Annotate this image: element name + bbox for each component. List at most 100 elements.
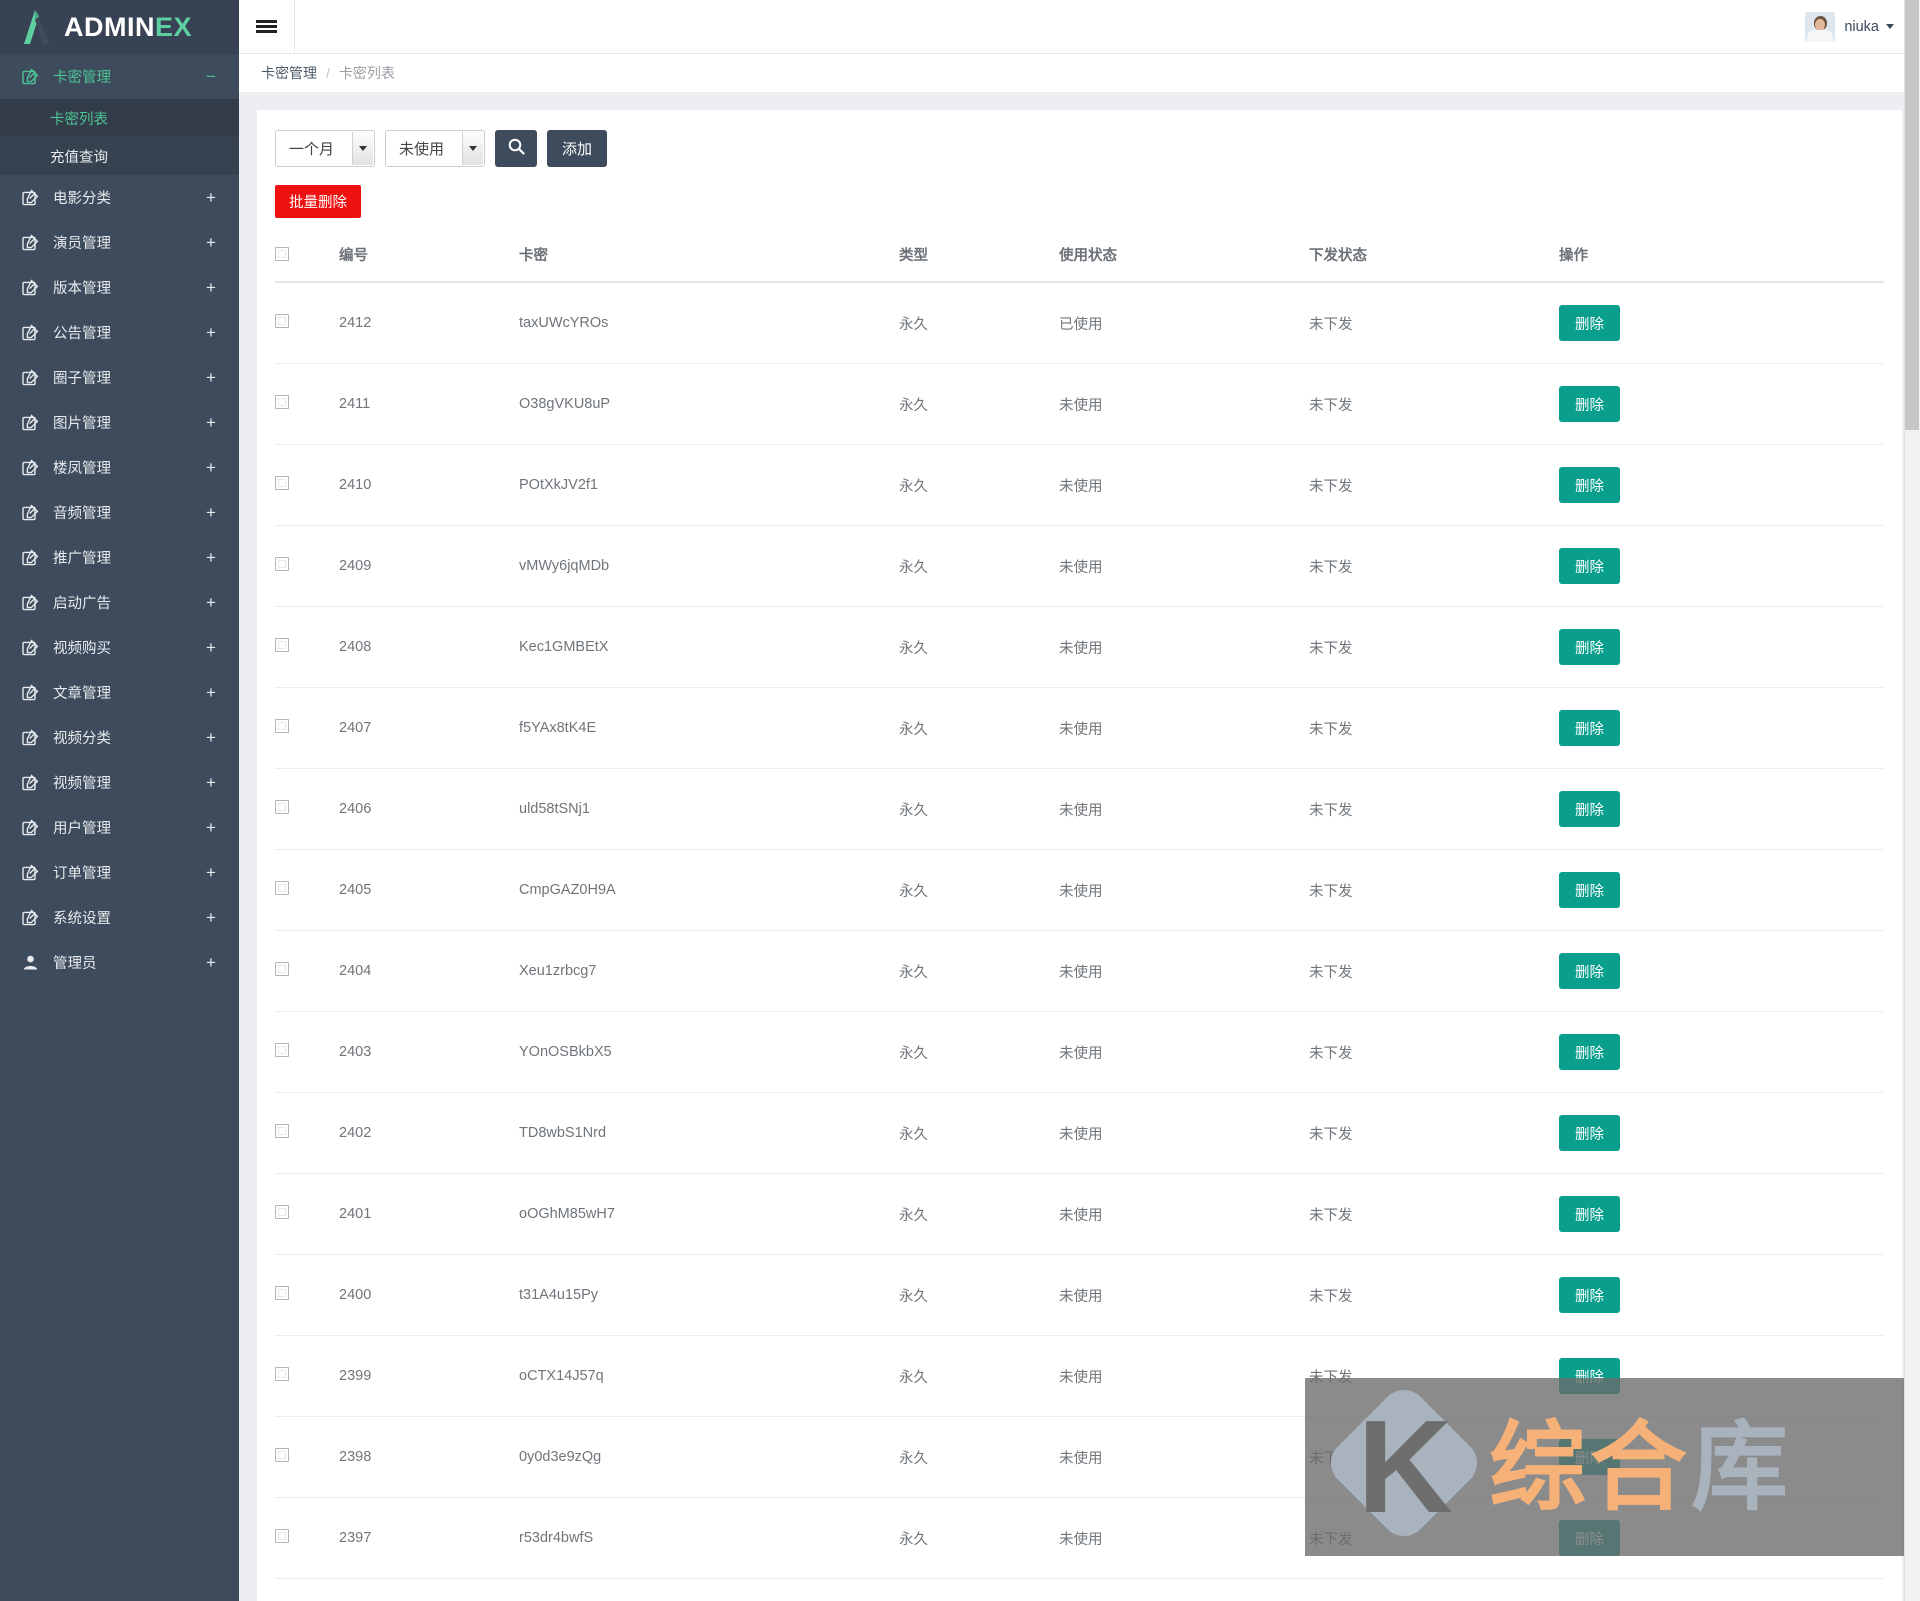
sidebar-item-18[interactable]: 管理员 + <box>0 940 239 985</box>
page-scrollbar[interactable] <box>1904 0 1920 1601</box>
sidebar-item-8[interactable]: 音频管理 + <box>0 490 239 535</box>
row-select-cell <box>275 1254 339 1336</box>
row-checkbox[interactable] <box>275 1286 289 1300</box>
row-select-cell <box>275 1335 339 1417</box>
row-checkbox[interactable] <box>275 962 289 976</box>
row-checkbox[interactable] <box>275 1124 289 1138</box>
sidebar-item-label: 演员管理 <box>53 236 111 252</box>
row-delete-button[interactable]: 删除 <box>1559 467 1620 503</box>
sidebar-item-label: 楼凤管理 <box>53 461 111 477</box>
row-send-status: 未下发 <box>1309 444 1559 526</box>
row-checkbox[interactable] <box>275 881 289 895</box>
user-menu[interactable]: niuka <box>1805 11 1920 42</box>
sidebar-item-16[interactable]: 订单管理 + <box>0 850 239 895</box>
row-checkbox[interactable] <box>275 476 289 490</box>
row-delete-button[interactable]: 删除 <box>1559 629 1620 665</box>
page-scrollbar-thumb[interactable] <box>1905 0 1919 430</box>
row-id: 2411 <box>339 363 519 445</box>
row-checkbox[interactable] <box>275 314 289 328</box>
sidebar-item-9[interactable]: 推广管理 + <box>0 535 239 580</box>
sidebar-group-2: 演员管理 + <box>0 220 239 265</box>
sidebar-item-17[interactable]: 系统设置 + <box>0 895 239 940</box>
sidebar-item-14[interactable]: 视频管理 + <box>0 760 239 805</box>
sidebar-item-10[interactable]: 启动广告 + <box>0 580 239 625</box>
row-select-cell <box>275 606 339 688</box>
sidebar-group-9: 推广管理 + <box>0 535 239 580</box>
row-type: 永久 <box>899 1416 1059 1498</box>
sidebar-subitem-0-1[interactable]: 充值查询 <box>0 137 239 175</box>
row-delete-button[interactable]: 删除 <box>1559 710 1620 746</box>
sidebar-item-13[interactable]: 视频分类 + <box>0 715 239 760</box>
row-checkbox[interactable] <box>275 1448 289 1462</box>
row-checkbox[interactable] <box>275 719 289 733</box>
sidebar-item-label: 音频管理 <box>53 506 111 522</box>
edit-icon <box>22 414 42 431</box>
status-select[interactable]: 未使用 <box>385 130 485 167</box>
row-delete-button[interactable]: 删除 <box>1559 1520 1620 1556</box>
row-delete-button[interactable]: 删除 <box>1559 305 1620 341</box>
row-checkbox[interactable] <box>275 1367 289 1381</box>
row-delete-button[interactable]: 删除 <box>1559 1115 1620 1151</box>
row-code: TD8wbS1Nrd <box>519 1092 899 1174</box>
sidebar-item-3[interactable]: 版本管理 + <box>0 265 239 310</box>
row-checkbox[interactable] <box>275 800 289 814</box>
row-delete-button[interactable]: 删除 <box>1559 791 1620 827</box>
sidebar-item-4[interactable]: 公告管理 + <box>0 310 239 355</box>
row-delete-button[interactable]: 删除 <box>1559 953 1620 989</box>
add-button[interactable]: 添加 <box>547 130 608 167</box>
sidebar-item-15[interactable]: 用户管理 + <box>0 805 239 850</box>
sidebar-item-label: 视频管理 <box>53 776 111 792</box>
chevron-down-icon <box>1886 24 1894 29</box>
sidebar-item-2[interactable]: 演员管理 + <box>0 220 239 265</box>
sidebar-item-5[interactable]: 圈子管理 + <box>0 355 239 400</box>
bulk-delete-button[interactable]: 批量删除 <box>275 185 361 218</box>
sidebar-item-11[interactable]: 视频购买 + <box>0 625 239 670</box>
edit-icon <box>22 774 42 791</box>
row-delete-button[interactable]: 删除 <box>1559 1277 1620 1313</box>
sidebar-subitem-0-0[interactable]: 卡密列表 <box>0 99 239 137</box>
sidebar-subitem-label: 卡密列表 <box>50 111 108 128</box>
sidebar-group-17: 系统设置 + <box>0 895 239 940</box>
plus-icon: + <box>206 458 216 477</box>
sidebar-group-3: 版本管理 + <box>0 265 239 310</box>
row-delete-button[interactable]: 删除 <box>1559 1439 1620 1475</box>
sidebar-item-12[interactable]: 文章管理 + <box>0 670 239 715</box>
row-delete-button[interactable]: 删除 <box>1559 1358 1620 1394</box>
sidebar-item-label: 图片管理 <box>53 416 111 432</box>
plus-icon: + <box>206 323 216 342</box>
row-id: 2409 <box>339 525 519 607</box>
select-all-checkbox[interactable] <box>275 247 289 261</box>
row-use-status: 未使用 <box>1059 1011 1309 1093</box>
hamburger-icon[interactable] <box>239 0 295 54</box>
search-button[interactable] <box>495 130 537 167</box>
sidebar-item-0[interactable]: 卡密管理 − <box>0 54 239 99</box>
row-checkbox[interactable] <box>275 1205 289 1219</box>
sidebar-item-label: 文章管理 <box>53 686 111 702</box>
row-delete-button[interactable]: 删除 <box>1559 872 1620 908</box>
row-use-status: 未使用 <box>1059 363 1309 445</box>
brand-logo-area[interactable]: ADMINEX <box>0 0 239 54</box>
row-checkbox[interactable] <box>275 638 289 652</box>
breadcrumb-parent[interactable]: 卡密管理 <box>261 63 317 83</box>
row-delete-button[interactable]: 删除 <box>1559 548 1620 584</box>
table-row: 2404 Xeu1zrbcg7 永久 未使用 未下发 删除 <box>275 930 1884 1012</box>
row-delete-button[interactable]: 删除 <box>1559 1034 1620 1070</box>
sidebar-item-7[interactable]: 楼凤管理 + <box>0 445 239 490</box>
duration-select[interactable]: 一个月 <box>275 130 375 167</box>
edit-icon <box>22 549 42 566</box>
sidebar-nav: 卡密管理 − 卡密列表 充值查询 电影分类 + 演员管理 + 版本管理 + 公告管理 + 圈子管理 + 图片… <box>0 54 239 985</box>
table-row: 2406 uld58tSNj1 永久 未使用 未下发 删除 <box>275 768 1884 850</box>
sidebar-item-1[interactable]: 电影分类 + <box>0 175 239 220</box>
content-wrapper: 一个月 未使用 添加 批量删除 编号 卡密 类型 使用状态 下发状态 操作 24… <box>239 92 1920 1601</box>
row-checkbox[interactable] <box>275 1043 289 1057</box>
plus-icon: + <box>206 863 216 882</box>
row-delete-button[interactable]: 删除 <box>1559 386 1620 422</box>
row-checkbox[interactable] <box>275 557 289 571</box>
row-send-status: 未下发 <box>1309 1092 1559 1174</box>
edit-icon <box>22 864 42 881</box>
row-checkbox[interactable] <box>275 1529 289 1543</box>
sidebar-item-6[interactable]: 图片管理 + <box>0 400 239 445</box>
row-id: 2396 <box>339 1578 519 1601</box>
row-delete-button[interactable]: 删除 <box>1559 1196 1620 1232</box>
row-checkbox[interactable] <box>275 395 289 409</box>
